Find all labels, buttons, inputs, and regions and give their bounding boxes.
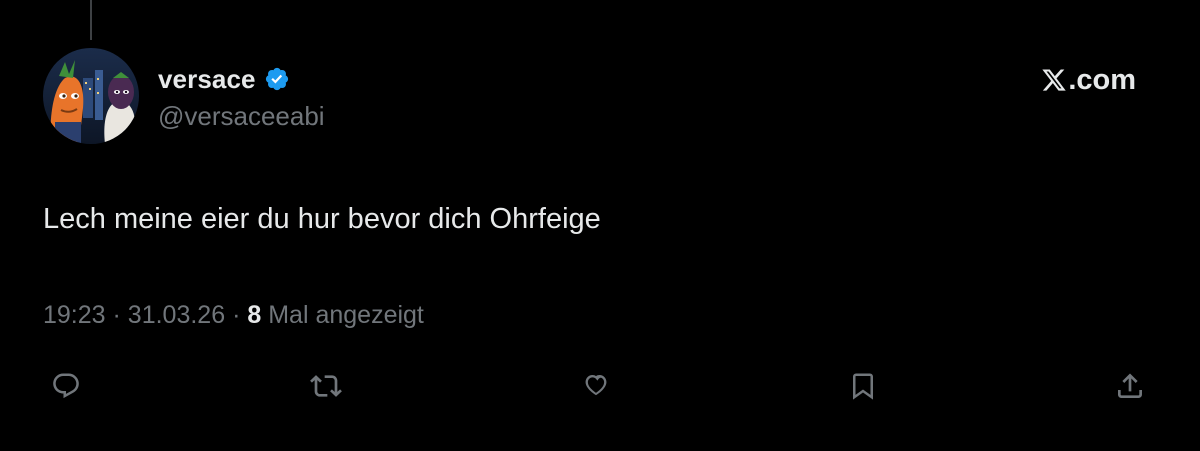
meta-separator: ·	[232, 301, 241, 329]
views-label: Mal angezeigt	[268, 301, 424, 329]
retweet-button[interactable]	[306, 366, 346, 406]
thread-connector-line	[90, 0, 92, 40]
share-icon	[1114, 370, 1146, 402]
like-button[interactable]	[576, 366, 616, 406]
tweet-date[interactable]: 31.03.26	[128, 301, 225, 329]
brand-watermark: .com	[1041, 62, 1136, 98]
meta-separator: ·	[112, 301, 121, 329]
x-logo-icon	[1041, 67, 1067, 93]
reply-icon	[51, 371, 81, 401]
tweet-time[interactable]: 19:23	[43, 301, 106, 329]
views-count[interactable]: 8	[247, 301, 261, 329]
tweet-metadata: 19:23 · 31.03.26 · 8 Mal angezeigt	[43, 301, 424, 330]
author-handle[interactable]: @versaceeabi	[158, 101, 325, 132]
bookmark-icon	[848, 371, 878, 401]
tweet-action-bar	[0, 366, 1200, 406]
like-icon	[580, 370, 612, 402]
reply-button[interactable]	[46, 366, 86, 406]
share-button[interactable]	[1110, 366, 1150, 406]
retweet-icon	[310, 370, 342, 402]
avatar[interactable]	[43, 48, 139, 144]
tweet-text: Lech meine eier du hur bevor dich Ohrfei…	[43, 203, 601, 235]
author-name-row[interactable]: versace	[158, 62, 290, 96]
display-name[interactable]: versace	[158, 64, 256, 95]
brand-domain: .com	[1068, 63, 1136, 96]
bookmark-button[interactable]	[843, 366, 883, 406]
verified-badge-icon	[264, 66, 290, 92]
